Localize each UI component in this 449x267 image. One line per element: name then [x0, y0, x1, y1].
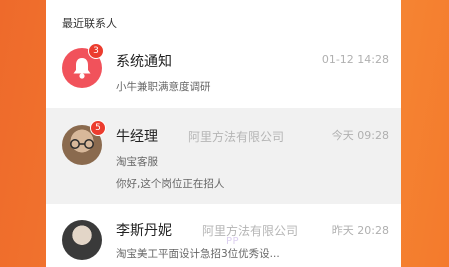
contact-name: 牛经理 — [116, 129, 158, 145]
message-time: 01-12 14:28 — [321, 53, 389, 66]
message-preview: 小牛兼职满意度调研 — [116, 81, 211, 93]
company-name: 阿里方法有限公司 — [188, 130, 285, 144]
company-name: 阿里方法有限公司 — [202, 224, 299, 238]
contact-name: 李斯丹妮 — [116, 223, 172, 239]
contact-name: 系统通知 — [116, 54, 172, 70]
contact-row-manager-niu[interactable]: 5 牛经理 阿里方法有限公司 今天 09:28 淘宝客服 你好,这个岗位正在招人 — [46, 108, 401, 204]
message-preview: 你好,这个岗位正在招人 — [116, 178, 225, 190]
avatar — [62, 220, 102, 260]
section-title: 最近联系人 — [62, 17, 117, 30]
job-title: 淘宝客服 — [116, 156, 158, 168]
watermark-text: PP — [226, 236, 240, 247]
unread-badge: 3 — [88, 43, 104, 59]
bell-icon — [73, 58, 91, 79]
glasses-icon — [70, 139, 94, 149]
contact-row-system-notice[interactable]: 3 系统通知 01-12 14:28 小牛兼职满意度调研 — [46, 38, 401, 106]
message-preview: 淘宝美工平面设计急招3位优秀设... — [116, 248, 280, 260]
message-time: 今天 09:28 — [331, 129, 389, 142]
contacts-panel: 最近联系人 3 系统通知 01-12 14:28 小牛兼职满意度调研 5 牛经理… — [46, 0, 401, 267]
message-time: 昨天 20:28 — [331, 224, 389, 237]
unread-badge: 5 — [90, 120, 106, 136]
contact-row-li-sidanni[interactable]: 李斯丹妮 阿里方法有限公司 昨天 20:28 淘宝美工平面设计急招3位优秀设..… — [46, 208, 401, 267]
